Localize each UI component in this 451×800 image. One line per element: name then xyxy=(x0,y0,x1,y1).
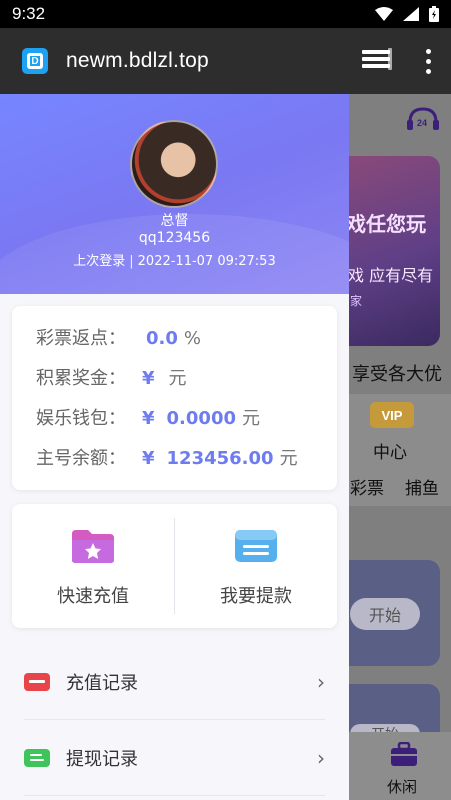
record-menu: 充值记录 › 提现记录 › xyxy=(0,644,349,796)
promo-text: 享受各大优 xyxy=(352,364,442,385)
wallet-unit: 元 xyxy=(242,408,260,429)
wallet-label: 娱乐钱包： xyxy=(36,408,126,429)
rebate-label: 彩票返点： xyxy=(36,328,126,349)
last-login-time: 2022-11-07 09:27:53 xyxy=(137,254,276,269)
vip-center-label: 中心 xyxy=(373,443,407,463)
balance-currency: ¥ xyxy=(142,448,155,469)
document-icon xyxy=(24,749,50,767)
avatar[interactable] xyxy=(130,120,218,208)
wallet-value: 0.0000 xyxy=(166,408,236,429)
user-account: qq123456 xyxy=(138,230,211,246)
url-bar[interactable]: newm.bdlzl.top xyxy=(66,49,209,73)
balance-label: 主号余额： xyxy=(36,448,126,469)
folder-star-icon xyxy=(72,530,114,563)
briefcase-icon[interactable] xyxy=(391,742,417,766)
customer-service-icon: 24 xyxy=(407,107,439,130)
status-bar: 9:32 xyxy=(0,0,451,28)
menu-item-label: 充值记录 xyxy=(66,673,138,694)
wallet-row: 娱乐钱包： ¥ 0.0000 元 xyxy=(36,404,337,444)
last-login-label: 上次登录 xyxy=(73,254,126,269)
promo-banner[interactable]: 戏任您玩 戏 应有尽有 家 xyxy=(336,156,440,346)
wifi-icon xyxy=(375,7,393,21)
chevron-right-icon: › xyxy=(317,746,325,770)
withdraw-label: 我要提款 xyxy=(220,586,292,607)
account-stats-card: 彩票返点： 0.0 % 积累奖金： ¥ 元 娱乐钱包： ¥ 0.0000 元 主… xyxy=(12,306,337,490)
signal-icon xyxy=(403,7,419,21)
profile-header: 总督 qq123456 上次登录 | 2022-11-07 09:27:53 xyxy=(0,94,349,374)
vip-badge-icon[interactable]: VIP xyxy=(370,402,414,428)
balance-row: 主号余额： ¥ 123456.00 元 xyxy=(36,444,337,484)
overflow-menu-button[interactable] xyxy=(426,48,431,74)
quick-deposit-button[interactable]: 快速充值 xyxy=(12,504,174,628)
card-icon xyxy=(24,673,50,691)
wallet-currency: ¥ xyxy=(142,408,155,429)
bonus-label: 积累奖金： xyxy=(36,368,126,389)
balance-unit: 元 xyxy=(279,448,298,469)
card-list-icon xyxy=(235,530,277,562)
drawer-body: 彩票返点： 0.0 % 积累奖金： ¥ 元 娱乐钱包： ¥ 0.0000 元 主… xyxy=(0,294,349,800)
tabs-button[interactable] xyxy=(362,48,392,74)
banner-caption: 家 xyxy=(350,294,363,308)
user-nickname: 总督 xyxy=(160,213,189,229)
status-time: 9:32 xyxy=(12,4,46,23)
dot-icon xyxy=(426,68,431,74)
bonus-unit: 元 xyxy=(168,368,187,389)
quick-deposit-label: 快速充值 xyxy=(57,586,129,607)
side-drawer: 总督 qq123456 上次登录 | 2022-11-07 09:27:53 彩票返… xyxy=(0,94,349,800)
withdraw-button[interactable]: 我要提款 xyxy=(174,518,337,614)
last-login-separator: | xyxy=(129,254,134,269)
quick-actions-card: 快速充值 我要提款 xyxy=(12,504,337,628)
svg-text:24: 24 xyxy=(417,118,427,128)
tabs-stack-icon xyxy=(362,48,392,70)
rebate-row: 彩票返点： 0.0 % xyxy=(36,324,337,364)
browser-toolbar: D newm.bdlzl.top xyxy=(0,28,451,94)
chevron-right-icon: › xyxy=(317,670,325,694)
category-fishing[interactable]: 捕鱼 xyxy=(405,474,439,499)
start-button[interactable]: 开始 xyxy=(350,598,420,630)
dot-icon xyxy=(426,48,431,54)
menu-item-deposit-records[interactable]: 充值记录 › xyxy=(0,644,349,720)
category-lottery[interactable]: 彩票 xyxy=(350,474,384,499)
rebate-value: 0.0 xyxy=(146,328,178,349)
tab-leisure-label[interactable]: 休闲 xyxy=(387,776,417,797)
status-icons xyxy=(375,6,439,22)
site-favicon-icon: D xyxy=(22,48,48,74)
bonus-currency: ¥ xyxy=(142,368,155,389)
banner-title: 戏任您玩 xyxy=(346,212,426,236)
rebate-unit: % xyxy=(183,328,201,349)
balance-value: 123456.00 xyxy=(166,448,274,469)
bonus-row: 积累奖金： ¥ 元 xyxy=(36,364,337,404)
dot-icon xyxy=(426,58,431,64)
last-login: 上次登录 | 2022-11-07 09:27:53 xyxy=(0,250,349,269)
banner-subtitle: 戏 应有尽有 xyxy=(348,266,434,285)
menu-item-label: 提现记录 xyxy=(66,749,138,770)
menu-item-withdraw-records[interactable]: 提现记录 › xyxy=(0,720,349,796)
battery-icon xyxy=(429,6,439,22)
